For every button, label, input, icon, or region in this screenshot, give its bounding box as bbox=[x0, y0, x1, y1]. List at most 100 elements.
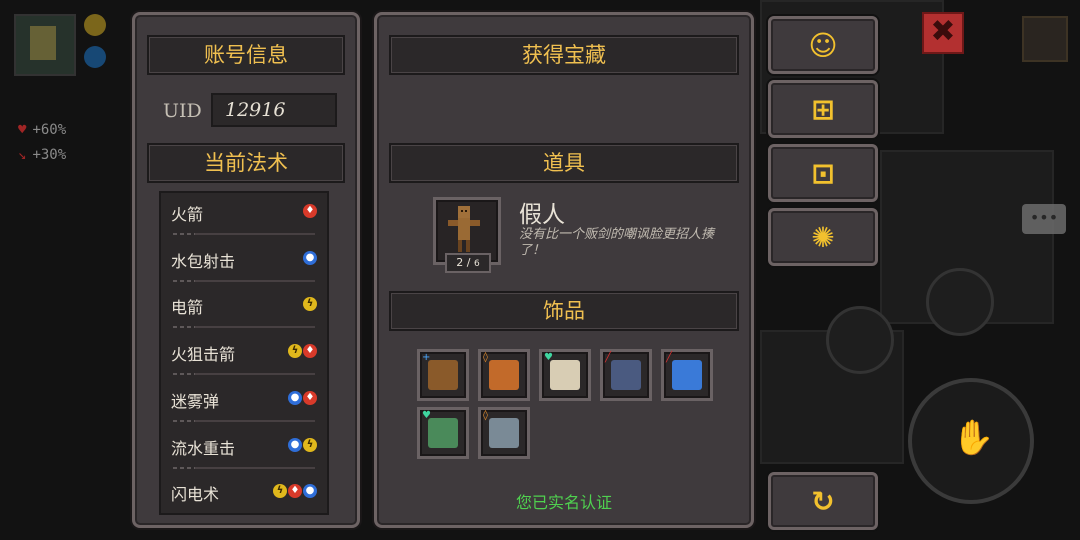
hand-icon: ✋ bbox=[952, 418, 995, 458]
treasure-panel: 获得宝藏 道具 2 / 6 假人 没有比一个贩剑的嘲讽脸更招人揍了！ 饰品 + ◊… bbox=[374, 12, 754, 528]
thunder-element-icon: ϟ bbox=[273, 484, 287, 499]
spell-elements: ♦ bbox=[303, 204, 317, 218]
accessory-slot[interactable]: ♥ bbox=[539, 349, 591, 401]
gear-icon: ✺ bbox=[811, 220, 835, 254]
divider bbox=[173, 419, 315, 422]
spell-name: 火箭 bbox=[171, 205, 204, 224]
fire-element-icon: ♦ bbox=[288, 484, 302, 499]
close-button[interactable]: ✖ bbox=[922, 12, 964, 54]
headset-icon: ☺ bbox=[808, 28, 838, 62]
divider bbox=[173, 279, 315, 282]
spell-name: 迷雾弹 bbox=[171, 391, 220, 411]
coin-icon bbox=[84, 14, 106, 36]
restart-button[interactable]: ↻ bbox=[768, 472, 878, 530]
refresh-icon: ↻ bbox=[811, 484, 835, 518]
backpack-icon bbox=[428, 360, 458, 390]
close-icon: ✖ bbox=[930, 14, 956, 49]
herb-mortar-icon bbox=[428, 418, 458, 448]
spell-item[interactable]: 电箭 ϟ bbox=[161, 288, 327, 334]
bone-icon bbox=[550, 360, 580, 390]
stat-bonus-2-value: +30% bbox=[32, 147, 67, 163]
stat-bonus-1-value: +60% bbox=[32, 122, 67, 138]
rarity-badge-icon: ╱ bbox=[666, 352, 673, 363]
gear-orb-icon bbox=[489, 418, 519, 448]
item-name: 假人 bbox=[519, 202, 565, 228]
spell-name: 闪电术 bbox=[171, 485, 220, 505]
chat-bubble-icon[interactable]: ••• bbox=[1022, 204, 1066, 234]
settings-button[interactable]: ✺ bbox=[768, 208, 878, 266]
rarity-badge-icon: ♥ bbox=[544, 352, 553, 363]
skill-button-fire[interactable] bbox=[926, 268, 994, 336]
water-element-icon: ● bbox=[303, 250, 317, 265]
stat-bonus-1: ♥ +60% bbox=[18, 122, 66, 138]
rarity-badge-icon: ◊ bbox=[483, 352, 488, 363]
divider bbox=[173, 466, 315, 469]
treasure-bag-icon bbox=[489, 360, 519, 390]
water-element-icon: ● bbox=[288, 437, 302, 452]
scarecrow-dummy-icon bbox=[448, 206, 480, 252]
sword-icon: ↘ bbox=[18, 147, 27, 163]
divider bbox=[173, 233, 315, 235]
verified-status: 您已实名认证 bbox=[515, 493, 612, 512]
spell-item[interactable]: 闪电术 ϟ ♦ ● bbox=[161, 475, 327, 515]
accessory-slot[interactable]: ╱ bbox=[600, 349, 652, 401]
uid-field: 12916 bbox=[211, 93, 337, 127]
fire-element-icon: ♦ bbox=[303, 204, 317, 218]
lightning-shard-icon bbox=[672, 360, 702, 390]
spell-elements: ● bbox=[303, 250, 317, 265]
item-count-current: 2 bbox=[456, 256, 464, 269]
heart-icon: ♥ bbox=[18, 122, 27, 138]
spell-elements: ● ϟ bbox=[288, 437, 317, 452]
spell-name: 水包射击 bbox=[171, 251, 236, 271]
account-info-title: 账号信息 bbox=[147, 35, 345, 75]
movement-joystick[interactable]: ✋ bbox=[908, 378, 1034, 504]
spell-name: 电箭 bbox=[171, 298, 204, 318]
divider bbox=[173, 326, 315, 329]
fire-element-icon: ♦ bbox=[303, 390, 317, 405]
spell-item[interactable]: 火狙击箭 ϟ ♦ bbox=[161, 335, 327, 381]
thunder-element-icon: ϟ bbox=[288, 344, 302, 359]
spell-list[interactable]: 火箭 ♦ 水包射击 ● 电箭 ϟ 火狙击箭 ϟ ♦ 迷雾弹 ● ♦ 流水重击 ● ϟ 闪电术 ϟ ♦ ● bbox=[159, 191, 329, 515]
items-title: 道具 bbox=[389, 143, 739, 183]
spell-name: 流水重击 bbox=[171, 438, 236, 458]
item-description: 没有比一个贩剑的嘲讽脸更招人揍了！ bbox=[519, 227, 715, 258]
gem-icon bbox=[84, 46, 106, 68]
gift-icon: ⊞ bbox=[811, 92, 835, 126]
bilibili-icon: ⊡ bbox=[811, 156, 835, 190]
skill-button-water[interactable] bbox=[826, 306, 894, 374]
accessory-slot[interactable]: + bbox=[417, 349, 469, 401]
thunder-element-icon: ϟ bbox=[303, 437, 317, 452]
accessories-title: 饰品 bbox=[389, 291, 739, 331]
rarity-badge-icon: ╱ bbox=[605, 352, 612, 363]
fire-element-icon: ♦ bbox=[303, 344, 317, 359]
water-element-icon: ● bbox=[303, 484, 317, 499]
rarity-badge-icon: ◊ bbox=[483, 410, 488, 421]
water-element-icon: ● bbox=[288, 390, 302, 405]
stone-tablet-icon bbox=[611, 360, 641, 390]
spell-elements: ϟ ♦ ● bbox=[273, 484, 317, 499]
spell-elements: ϟ ♦ bbox=[288, 344, 317, 359]
minimap[interactable] bbox=[14, 14, 76, 76]
spell-item[interactable]: 火箭 ♦ bbox=[161, 195, 327, 241]
accessory-slot[interactable]: ╱ bbox=[661, 349, 713, 401]
accessory-slot[interactable]: ♥ bbox=[417, 407, 469, 459]
community-button[interactable]: ⊡ bbox=[768, 144, 878, 202]
support-button[interactable]: ☺ bbox=[768, 16, 878, 74]
spell-item[interactable]: 水包射击 ● bbox=[161, 242, 327, 288]
uid-label: UID bbox=[163, 100, 202, 122]
divider bbox=[173, 513, 315, 515]
item-count-max: 6 bbox=[473, 259, 480, 269]
map-button[interactable] bbox=[1022, 16, 1068, 62]
spell-elements: ϟ bbox=[303, 297, 317, 312]
treasure-title: 获得宝藏 bbox=[389, 35, 739, 75]
rarity-badge-icon: + bbox=[422, 352, 431, 363]
spell-item[interactable]: 流水重击 ● ϟ bbox=[161, 429, 327, 475]
accessory-slot[interactable]: ◊ bbox=[478, 407, 530, 459]
spell-item[interactable]: 迷雾弹 ● ♦ bbox=[161, 382, 327, 428]
item-count: 2 / 6 bbox=[445, 253, 491, 273]
gift-button[interactable]: ⊞ bbox=[768, 80, 878, 138]
accessory-slot[interactable]: ◊ bbox=[478, 349, 530, 401]
rarity-badge-icon: ♥ bbox=[422, 410, 431, 421]
spell-name: 火狙击箭 bbox=[171, 345, 236, 365]
spell-elements: ● ♦ bbox=[288, 390, 317, 405]
